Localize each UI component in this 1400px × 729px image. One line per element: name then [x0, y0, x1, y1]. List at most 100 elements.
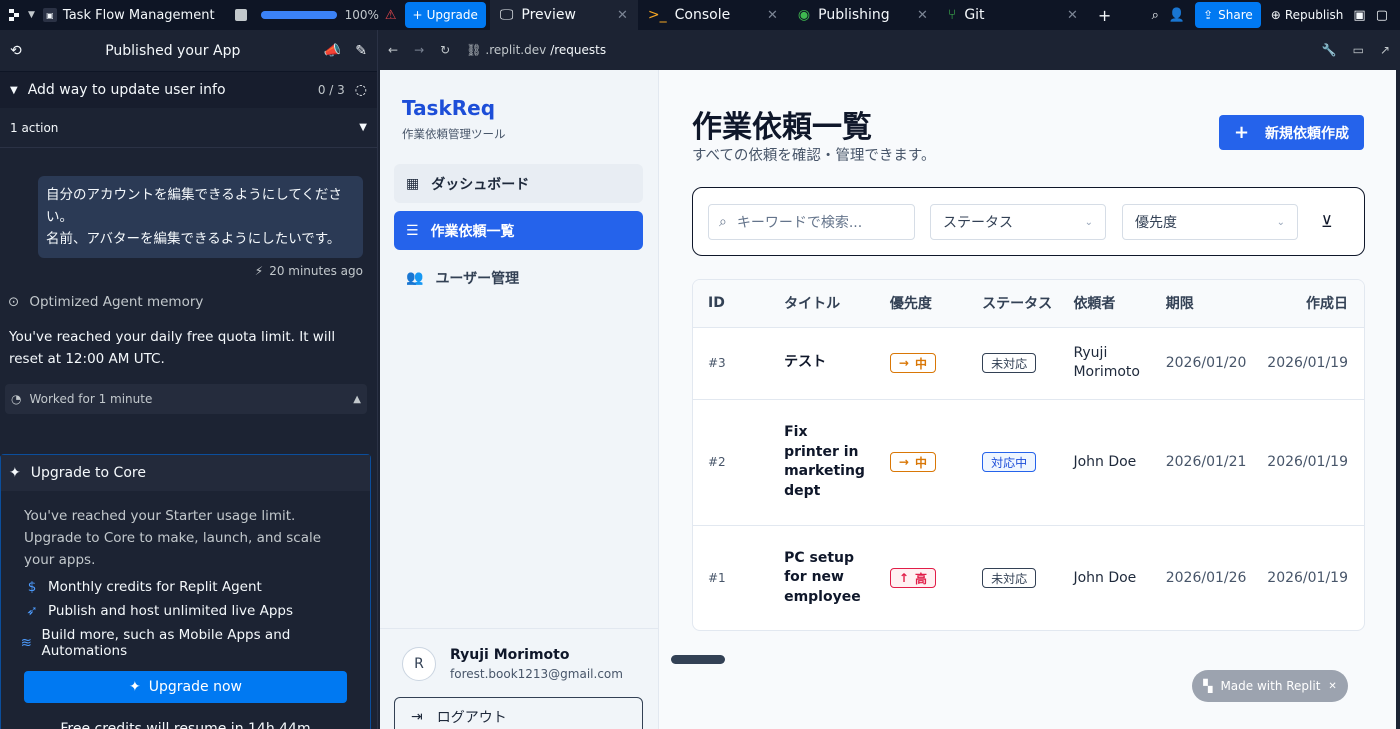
history-icon[interactable]: ⟲	[10, 43, 22, 59]
col-status[interactable]: ステータス	[967, 280, 1059, 328]
col-created[interactable]: 作成日	[1252, 280, 1364, 328]
share-button[interactable]: ⇪ Share	[1195, 2, 1261, 28]
reload-icon[interactable]: ↻	[440, 43, 450, 57]
external-link-icon[interactable]: ↗	[1380, 43, 1390, 57]
sparkle-icon: ✦	[9, 465, 21, 481]
page-subtitle: すべての依頼を確認・管理できます。	[692, 148, 936, 164]
grid-icon: ▦	[406, 175, 420, 192]
progress-percent: 100%	[344, 8, 379, 22]
new-tab-button[interactable]: +	[1088, 0, 1121, 30]
brand-logo[interactable]: TaskReq	[402, 96, 495, 120]
app-name[interactable]: ▣ Task Flow Management	[42, 0, 225, 30]
nav-dashboard[interactable]: ▦ ダッシュボード	[394, 164, 643, 203]
upgrade-description: You've reached your Starter usage limit.…	[24, 508, 322, 568]
upgrade-button[interactable]: + Upgrade	[404, 2, 486, 28]
close-icon[interactable]: ✕	[1328, 681, 1336, 692]
tab-publishing[interactable]: ◉ Publishing ✕	[788, 0, 938, 30]
filter-bar: ⌕ キーワードで検索... ステータス ⌄ 優先度 ⌄ ⊻	[692, 187, 1365, 256]
forward-icon[interactable]: →	[414, 43, 424, 57]
col-requester[interactable]: 依頼者	[1058, 280, 1151, 328]
share-icon: ⇪	[1203, 8, 1214, 22]
horizontal-scrollbar[interactable]	[671, 655, 725, 664]
new-chat-icon[interactable]: ✎	[355, 43, 367, 59]
rocket-icon: ➶	[26, 603, 38, 619]
clear-filter-icon[interactable]: ⊻	[1321, 212, 1333, 231]
link-icon: ⛓	[466, 43, 482, 57]
progress-bar	[260, 11, 337, 19]
search-input[interactable]: ⌕ キーワードで検索...	[708, 204, 915, 240]
search-icon[interactable]: ⌕	[1152, 8, 1159, 23]
republish-icon: ⊕	[1270, 8, 1281, 22]
top-bar: ▼ ▣ Task Flow Management 100% ⚠ + Upgrad…	[0, 0, 1400, 30]
col-title[interactable]: タイトル	[769, 280, 875, 328]
memory-status: ⊙ Optimized Agent memory	[8, 294, 204, 310]
task-header[interactable]: ▼ Add way to update user info 0 / 3 ◌	[0, 72, 377, 108]
warning-icon[interactable]: ⚠	[385, 8, 397, 23]
status-select[interactable]: ステータス ⌄	[930, 204, 1106, 240]
plus-icon: +	[1097, 5, 1112, 25]
message-meta: ⚡ 20 minutes ago	[0, 258, 377, 284]
brand-subtitle: 作業依頼管理ツール	[402, 127, 506, 141]
close-icon[interactable]: ✕	[1067, 8, 1078, 23]
replit-logo-icon	[9, 9, 19, 21]
layout-icon[interactable]: ▣	[1353, 8, 1365, 23]
table-row[interactable]: #3 テスト → 中 未対応 Ryuji Morimoto 2026/01/20 …	[693, 327, 1364, 400]
col-due[interactable]: 期限	[1150, 280, 1253, 328]
chevron-up-icon: ▲	[353, 393, 361, 405]
table-row[interactable]: #2 Fix printer in marketing dept → 中 対応中 …	[693, 399, 1364, 526]
upgrade-card-body: You've reached your Starter usage limit.…	[1, 491, 370, 571]
table-row[interactable]: #1 PC setup for new employee ↑ 高 未対応 John…	[693, 525, 1364, 630]
tab-console[interactable]: >_ Console ✕	[638, 0, 788, 30]
close-icon[interactable]: ✕	[767, 8, 778, 23]
priority-badge: → 中	[889, 353, 936, 373]
plus-icon: +	[1233, 122, 1250, 143]
replit-menu[interactable]: ▼	[0, 0, 43, 30]
priority-badge: → 中	[889, 452, 936, 472]
url-field[interactable]: ⛓ .replit.dev/requests	[466, 43, 1305, 57]
col-id[interactable]: ID	[693, 280, 770, 328]
upgrade-card: ✦ Upgrade to Core You've reached your St…	[0, 454, 371, 729]
made-with-replit-badge[interactable]: ▚ Made with Replit ✕	[1192, 670, 1348, 702]
devtools-icon[interactable]: 🔧	[1322, 43, 1337, 57]
task-count: 0 / 3	[317, 83, 345, 97]
memory-icon: ⊙	[8, 294, 20, 310]
top-bar-actions: ⌕ 👤 ⇪ Share ⊕ Republish ▣ ▢	[1152, 0, 1400, 30]
plus-icon: +	[412, 8, 423, 22]
chevron-down-icon: ⌄	[1084, 216, 1093, 228]
col-priority[interactable]: 優先度	[874, 280, 968, 328]
stop-icon[interactable]	[234, 9, 247, 21]
message-time: 20 minutes ago	[269, 264, 363, 278]
spinner-icon: ◌	[354, 82, 367, 98]
app-main: 作業依頼一覧 すべての依頼を確認・管理できます。 + 新規依頼作成 ⌕ キーワー…	[659, 70, 1396, 729]
new-request-button[interactable]: + 新規依頼作成	[1219, 115, 1364, 150]
quota-message: You've reached your daily free quota lim…	[9, 329, 336, 367]
avatar[interactable]: R	[402, 647, 436, 681]
window-icon[interactable]: ▢	[1376, 8, 1388, 23]
user-email: forest.book1213@gmail.com	[450, 667, 623, 681]
logout-button[interactable]: ⇥ ログアウト	[394, 697, 643, 729]
back-icon[interactable]: ←	[388, 43, 398, 57]
status-badge: 未対応	[982, 568, 1037, 588]
invite-user-icon[interactable]: 👤	[1169, 8, 1185, 23]
preview-pane: ← → ↻ ⛓ .replit.dev/requests 🔧 ▭ ↗ TaskR…	[377, 30, 1400, 729]
agent-panel-title: Published your App	[105, 42, 241, 59]
priority-select[interactable]: 優先度 ⌄	[1122, 204, 1298, 240]
tab-git[interactable]: ⑂ Git ✕	[938, 0, 1088, 30]
close-icon[interactable]: ✕	[917, 8, 928, 23]
worked-toggle[interactable]: ◔ Worked for 1 minute ▲	[5, 384, 367, 414]
nav-users[interactable]: 👥 ユーザー管理	[394, 258, 643, 297]
status-badge: 対応中	[982, 452, 1037, 472]
close-icon[interactable]: ✕	[617, 8, 628, 23]
feedback-icon[interactable]: 📣	[324, 43, 341, 59]
app-sidebar: TaskReq 作業依頼管理ツール ▦ ダッシュボード ☰ 作業依頼一覧 👥 ユ…	[380, 70, 659, 729]
replit-logo-icon: ▚	[1203, 679, 1213, 693]
device-icon[interactable]: ▭	[1353, 43, 1364, 57]
tab-preview[interactable]: 🖵 Preview ✕	[489, 0, 638, 30]
page-title: 作業依頼一覧	[692, 110, 872, 145]
feature-item: ➶ Publish and host unlimited live Apps	[24, 603, 348, 619]
nav-requests[interactable]: ☰ 作業依頼一覧	[394, 211, 643, 250]
upgrade-now-button[interactable]: ✦ Upgrade now	[24, 671, 347, 703]
republish-button[interactable]: ⊕ Republish	[1271, 8, 1344, 22]
actions-toggle[interactable]: 1 action ▼	[0, 108, 377, 148]
requests-table: ID タイトル 優先度 ステータス 依頼者 期限 作成日 #3 テスト → 中 …	[692, 279, 1365, 631]
